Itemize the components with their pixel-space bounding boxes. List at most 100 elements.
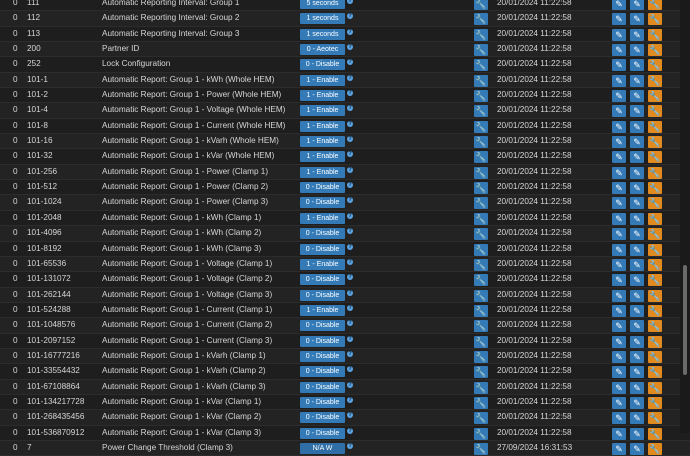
pencil-icon[interactable]: ✎ — [630, 274, 644, 287]
pencil-icon[interactable]: ✎ — [630, 350, 644, 363]
question-icon[interactable]: ? — [347, 412, 353, 419]
pencil-icon[interactable]: ✎ — [612, 197, 626, 210]
value-badge[interactable]: 1 - Enable — [300, 74, 345, 86]
pencil-icon[interactable]: ✎ — [630, 166, 644, 179]
question-icon[interactable]: ? — [347, 151, 353, 158]
value-badge[interactable]: 0 - Disable — [300, 289, 345, 301]
pencil-icon[interactable]: ✎ — [612, 412, 626, 425]
value-badge[interactable]: 1 - Enable — [300, 212, 345, 224]
wrench-icon[interactable]: 🔧 — [474, 212, 488, 225]
question-icon[interactable]: ? — [347, 258, 353, 265]
value-badge[interactable]: 1 - Enable — [300, 120, 345, 132]
wrench-orange-icon[interactable]: 🔧 — [648, 28, 662, 41]
question-icon[interactable]: ? — [347, 350, 353, 357]
pencil-icon[interactable]: ✎ — [612, 182, 626, 195]
question-icon[interactable]: ? — [347, 289, 353, 296]
wrench-orange-icon[interactable]: 🔧 — [648, 105, 662, 118]
value-badge[interactable]: 0 - Disable — [300, 396, 345, 408]
wrench-icon[interactable]: 🔧 — [474, 412, 488, 425]
pencil-icon[interactable]: ✎ — [630, 212, 644, 225]
pencil-icon[interactable]: ✎ — [630, 59, 644, 72]
wrench-icon[interactable]: 🔧 — [474, 182, 488, 195]
wrench-icon[interactable]: 🔧 — [474, 136, 488, 149]
question-icon[interactable]: ? — [347, 304, 353, 311]
wrench-icon[interactable]: 🔧 — [474, 74, 488, 87]
pencil-icon[interactable]: ✎ — [630, 243, 644, 256]
value-badge[interactable]: 1 seconds — [300, 28, 345, 40]
wrench-icon[interactable]: 🔧 — [474, 427, 488, 440]
wrench-orange-icon[interactable]: 🔧 — [648, 182, 662, 195]
wrench-orange-icon[interactable]: 🔧 — [648, 59, 662, 72]
wrench-orange-icon[interactable]: 🔧 — [648, 166, 662, 179]
pencil-icon[interactable]: ✎ — [630, 0, 644, 10]
wrench-orange-icon[interactable]: 🔧 — [648, 381, 662, 394]
pencil-icon[interactable]: ✎ — [630, 13, 644, 26]
value-badge[interactable]: 1 - Enable — [300, 90, 345, 102]
question-icon[interactable]: ? — [347, 74, 353, 81]
value-badge[interactable]: 1 - Enable — [300, 136, 345, 148]
question-icon[interactable]: ? — [347, 120, 353, 127]
wrench-orange-icon[interactable]: 🔧 — [648, 320, 662, 333]
pencil-icon[interactable]: ✎ — [612, 136, 626, 149]
pencil-icon[interactable]: ✎ — [612, 151, 626, 164]
wrench-orange-icon[interactable]: 🔧 — [648, 427, 662, 440]
pencil-icon[interactable]: ✎ — [630, 381, 644, 394]
wrench-icon[interactable]: 🔧 — [474, 105, 488, 118]
question-icon[interactable]: ? — [347, 228, 353, 235]
wrench-icon[interactable]: 🔧 — [474, 166, 488, 179]
wrench-orange-icon[interactable]: 🔧 — [648, 304, 662, 317]
pencil-icon[interactable]: ✎ — [630, 28, 644, 41]
value-badge[interactable]: 0 - Disable — [300, 335, 345, 347]
pencil-icon[interactable]: ✎ — [612, 90, 626, 103]
pencil-icon[interactable]: ✎ — [630, 197, 644, 210]
wrench-orange-icon[interactable]: 🔧 — [648, 13, 662, 26]
wrench-icon[interactable]: 🔧 — [474, 350, 488, 363]
pencil-icon[interactable]: ✎ — [612, 228, 626, 241]
question-icon[interactable]: ? — [347, 396, 353, 403]
pencil-icon[interactable]: ✎ — [612, 427, 626, 440]
question-icon[interactable]: ? — [347, 13, 353, 20]
pencil-icon[interactable]: ✎ — [630, 427, 644, 440]
pencil-icon[interactable]: ✎ — [612, 44, 626, 57]
value-badge[interactable]: 0 - Disable — [300, 412, 345, 424]
wrench-icon[interactable]: 🔧 — [474, 381, 488, 394]
wrench-icon[interactable]: 🔧 — [474, 28, 488, 41]
value-badge[interactable]: N/A W — [300, 442, 345, 454]
wrench-icon[interactable]: 🔧 — [474, 274, 488, 287]
wrench-icon[interactable]: 🔧 — [474, 59, 488, 72]
pencil-icon[interactable]: ✎ — [612, 274, 626, 287]
pencil-icon[interactable]: ✎ — [630, 442, 644, 455]
wrench-icon[interactable]: 🔧 — [474, 151, 488, 164]
pencil-icon[interactable]: ✎ — [630, 90, 644, 103]
wrench-orange-icon[interactable]: 🔧 — [648, 274, 662, 287]
value-badge[interactable]: 0 - Disable — [300, 197, 345, 209]
question-icon[interactable]: ? — [347, 90, 353, 97]
question-icon[interactable]: ? — [347, 212, 353, 219]
value-badge[interactable]: 1 - Enable — [300, 151, 345, 163]
wrench-icon[interactable]: 🔧 — [474, 304, 488, 317]
question-icon[interactable]: ? — [347, 59, 353, 66]
value-badge[interactable]: 1 - Enable — [300, 304, 345, 316]
pencil-icon[interactable]: ✎ — [612, 442, 626, 455]
pencil-icon[interactable]: ✎ — [612, 74, 626, 87]
pencil-icon[interactable]: ✎ — [612, 13, 626, 26]
wrench-orange-icon[interactable]: 🔧 — [648, 74, 662, 87]
wrench-orange-icon[interactable]: 🔧 — [648, 258, 662, 271]
wrench-icon[interactable]: 🔧 — [474, 90, 488, 103]
wrench-orange-icon[interactable]: 🔧 — [648, 212, 662, 225]
wrench-icon[interactable]: 🔧 — [474, 228, 488, 241]
wrench-icon[interactable]: 🔧 — [474, 0, 488, 10]
question-icon[interactable]: ? — [347, 197, 353, 204]
wrench-icon[interactable]: 🔧 — [474, 197, 488, 210]
pencil-icon[interactable]: ✎ — [612, 320, 626, 333]
value-badge[interactable]: 0 - Disable — [300, 228, 345, 240]
pencil-icon[interactable]: ✎ — [630, 396, 644, 409]
value-badge[interactable]: 0 - Disable — [300, 182, 345, 194]
value-badge[interactable]: 5 seconds — [300, 0, 345, 9]
pencil-icon[interactable]: ✎ — [612, 0, 626, 10]
pencil-icon[interactable]: ✎ — [630, 320, 644, 333]
question-icon[interactable]: ? — [347, 136, 353, 143]
pencil-icon[interactable]: ✎ — [612, 381, 626, 394]
value-badge[interactable]: 0 - Disable — [300, 350, 345, 362]
wrench-icon[interactable]: 🔧 — [474, 44, 488, 57]
